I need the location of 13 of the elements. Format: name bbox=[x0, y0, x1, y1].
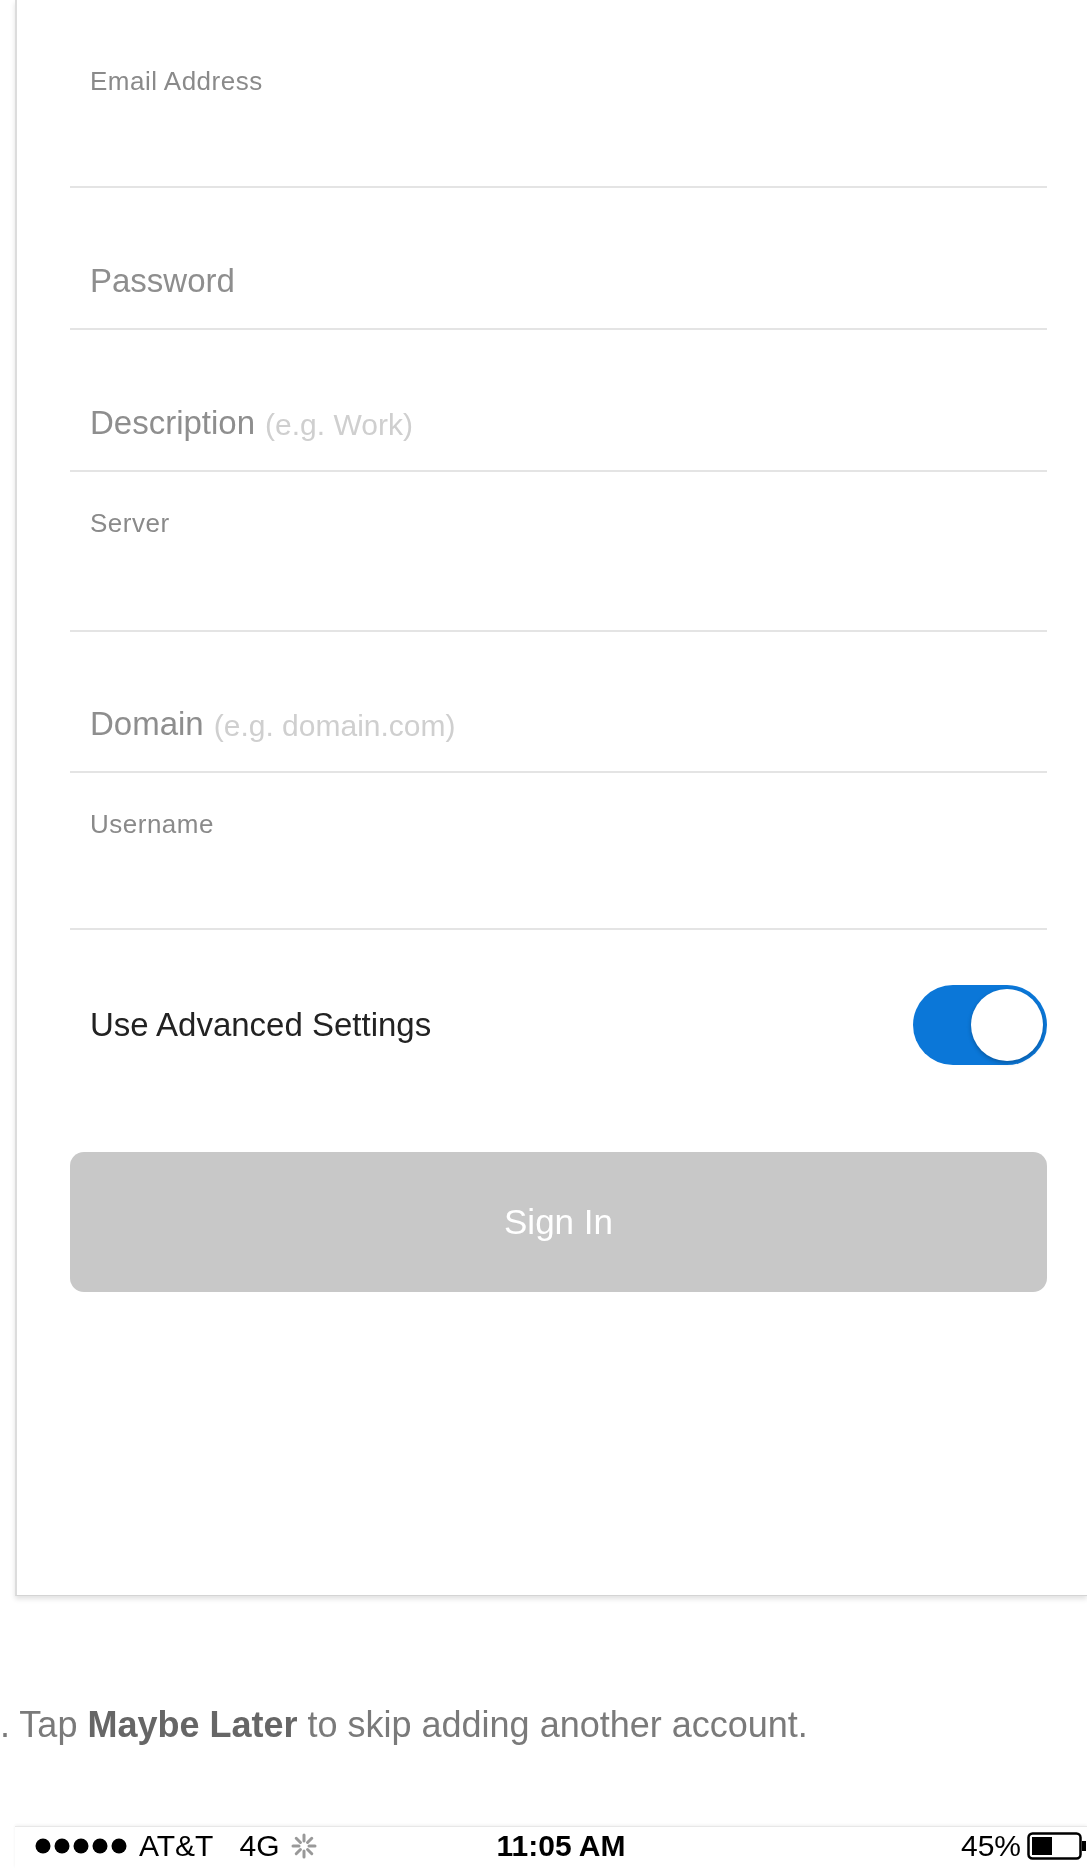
email-field[interactable]: Email Address bbox=[70, 0, 1047, 188]
password-field[interactable]: Password bbox=[70, 188, 1047, 330]
battery-percent: 45% bbox=[960, 1829, 1021, 1863]
signal-dots-icon bbox=[35, 1838, 127, 1854]
username-field[interactable]: Username bbox=[70, 773, 1047, 930]
server-field[interactable]: Server bbox=[70, 472, 1047, 632]
carrier-text: AT&T bbox=[139, 1829, 214, 1863]
loading-spinner-icon bbox=[291, 1833, 318, 1859]
battery-icon bbox=[1027, 1832, 1087, 1860]
advanced-settings-label: Use Advanced Settings bbox=[90, 1006, 432, 1044]
instruction-text: . Tap Maybe Later to skip adding another account. bbox=[0, 1704, 809, 1746]
clock-text: 11:05 AM bbox=[496, 1829, 626, 1863]
network-text: 4G bbox=[239, 1829, 280, 1863]
